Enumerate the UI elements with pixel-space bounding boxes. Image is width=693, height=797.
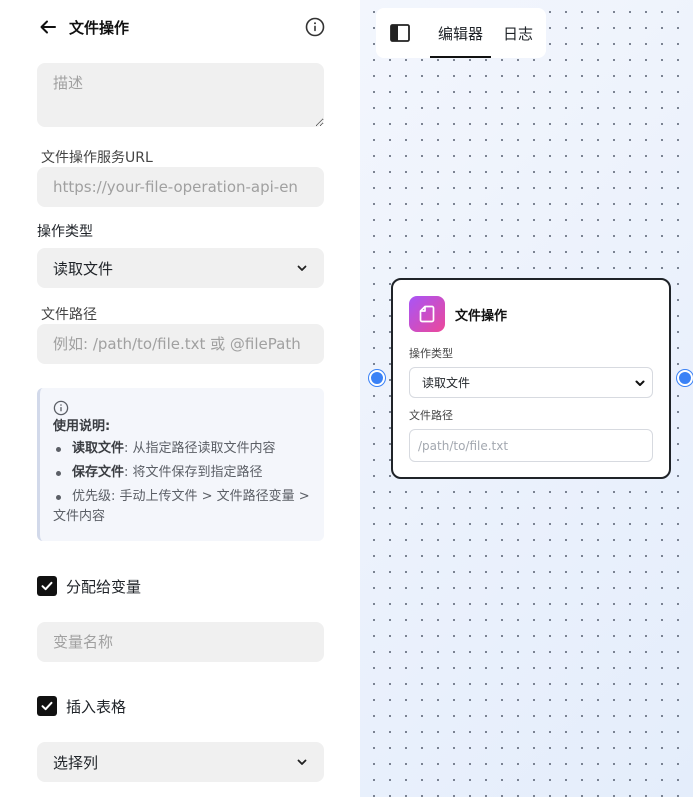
operation-type-select[interactable]: 读取文件 — [37, 248, 324, 288]
check-icon — [37, 696, 57, 716]
sidebar-toggle-button[interactable] — [388, 21, 412, 45]
usage-note-list: 读取文件: 从指定路径读取文件内容 保存文件: 将文件保存到指定路径 优先级: … — [53, 439, 312, 527]
chevron-down-icon — [296, 756, 308, 768]
tab-logs[interactable]: 日志 — [497, 8, 539, 58]
node-output-handle[interactable] — [677, 370, 693, 386]
tab-editor[interactable]: 编辑器 — [430, 8, 492, 58]
insert-table-label: 插入表格 — [66, 697, 127, 716]
chevron-down-icon — [296, 262, 308, 274]
check-icon — [37, 576, 57, 596]
node-operation-type-select[interactable]: 读取文件 — [409, 367, 653, 398]
assign-variable-label: 分配给变量 — [66, 577, 142, 596]
node-operation-type-label: 操作类型 — [409, 347, 453, 360]
node-file-path-label: 文件路径 — [409, 409, 453, 422]
assign-variable-checkbox[interactable]: 分配给变量 — [37, 575, 141, 597]
node-operation-type-value: 读取文件 — [422, 376, 471, 390]
view-tabbar: 编辑器 日志 — [376, 8, 546, 58]
file-operation-node[interactable]: 文件操作 操作类型 读取文件 文件路径 — [391, 278, 671, 479]
insert-table-checkbox[interactable]: 插入表格 — [37, 695, 126, 717]
file-icon — [409, 296, 445, 332]
service-url-input[interactable] — [37, 167, 324, 207]
chevron-down-icon — [634, 377, 646, 389]
operation-type-label: 操作类型 — [37, 224, 93, 240]
workflow-canvas[interactable]: 编辑器 日志 文件操作 操作类型 读取文件 文件路径 — [360, 0, 693, 797]
select-column-select[interactable]: 选择列 — [37, 742, 324, 782]
usage-note-item: 读取文件: 从指定路径读取文件内容 — [53, 439, 312, 459]
node-file-path-input[interactable] — [409, 429, 653, 462]
info-icon — [53, 400, 69, 416]
node-settings-panel: 文件操作 文件操作服务URL 操作类型 读取文件 文件路径 使用说明: 读取文件… — [0, 0, 360, 797]
node-title: 文件操作 — [455, 309, 508, 324]
service-url-label: 文件操作服务URL — [41, 150, 153, 166]
info-icon — [305, 17, 325, 37]
file-path-input[interactable] — [37, 324, 324, 364]
select-column-value: 选择列 — [53, 753, 99, 772]
info-button[interactable] — [304, 16, 326, 38]
back-arrow-icon — [40, 20, 56, 34]
usage-note-item: 优先级: 手动上传文件 > 文件路径变量 > 文件内容 — [53, 487, 312, 527]
usage-note-heading: 使用说明: — [53, 419, 111, 434]
sidebar-toggle-icon — [390, 24, 410, 42]
node-input-handle[interactable] — [369, 370, 385, 386]
panel-header: 文件操作 — [37, 14, 326, 40]
usage-note: 使用说明: 读取文件: 从指定路径读取文件内容 保存文件: 将文件保存到指定路径… — [37, 388, 324, 541]
file-path-label: 文件路径 — [41, 307, 97, 323]
operation-type-value: 读取文件 — [53, 259, 114, 278]
panel-title: 文件操作 — [69, 18, 130, 37]
variable-name-input[interactable] — [37, 622, 324, 662]
back-button[interactable] — [37, 16, 59, 38]
usage-note-item: 保存文件: 将文件保存到指定路径 — [53, 463, 312, 483]
description-input[interactable] — [37, 63, 324, 127]
